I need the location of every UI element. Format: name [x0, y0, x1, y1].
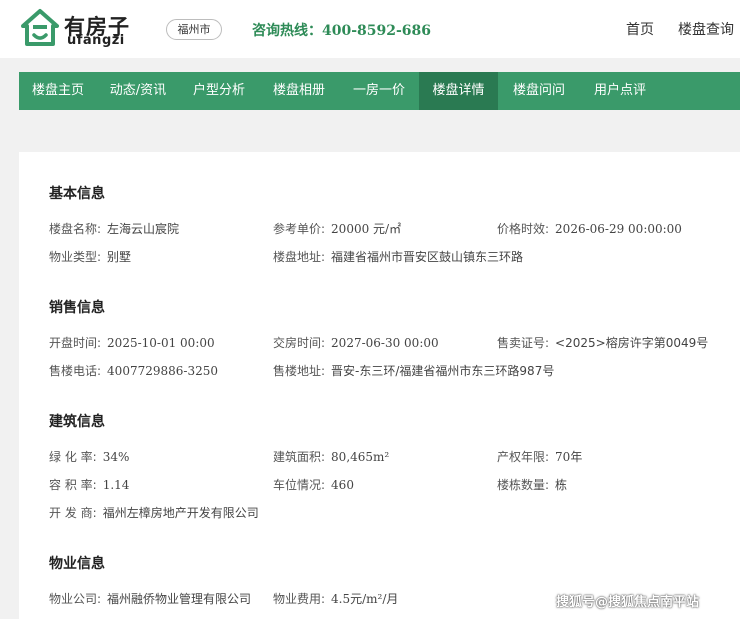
tab-news[interactable]: 动态/资讯 — [97, 72, 179, 110]
field-price-time: 价格时效: 2026-06-29 00:00:00 — [497, 220, 682, 237]
tab-album[interactable]: 楼盘相册 — [259, 72, 339, 110]
field-property-years: 产权年限: 70年 — [497, 448, 582, 465]
field-label: 楼盘地址: — [273, 250, 326, 264]
field-value: 别墅 — [107, 250, 132, 264]
field-label: 楼盘名称: — [49, 222, 102, 236]
hotline-number: 400-8592-686 — [322, 23, 432, 39]
site-logo[interactable]: 有房子 ufangzi — [20, 8, 140, 50]
field-label: 绿 化 率: — [49, 450, 97, 464]
field-phone: 售楼电话: 4007729886-3250 — [49, 362, 218, 379]
hotline: 咨询热线：400-8592-686 — [252, 20, 431, 40]
field-value: 4007729886-3250 — [107, 364, 218, 378]
property-search-link[interactable]: 楼盘查询 — [678, 19, 734, 39]
basic-info-title: 基本信息 — [49, 186, 105, 202]
field-name: 楼盘名称: 左海云山宸院 — [49, 220, 179, 237]
field-value: 福州左樟房地产开发有限公司 — [102, 506, 259, 520]
field-value: 80,465m² — [331, 450, 390, 464]
field-value: 栋 — [555, 478, 568, 492]
tab-home[interactable]: 楼盘主页 — [19, 72, 97, 110]
tab-reviews[interactable]: 用户点评 — [580, 72, 660, 110]
field-label: 产权年限: — [497, 450, 550, 464]
field-label: 售卖证号: — [497, 336, 550, 350]
field-building-area: 建筑面积: 80,465m² — [273, 448, 389, 465]
field-label: 建筑面积: — [273, 450, 326, 464]
field-value: 1.14 — [102, 478, 130, 492]
field-value: 2027-06-30 00:00 — [331, 336, 439, 350]
field-type: 物业类型: 别墅 — [49, 248, 131, 265]
field-value: <2025>榕房许字第0049号 — [555, 336, 709, 350]
field-label: 参考单价: — [273, 222, 326, 236]
field-value: 4.5元/m²/月 — [331, 592, 399, 606]
field-value: 20000 元/㎡ — [331, 222, 402, 236]
field-property-company: 物业公司: 福州融侨物业管理有限公司 — [49, 590, 251, 607]
field-sales-address: 售楼地址: 晋安-东三环/福建省福州市东三环路987号 — [273, 362, 554, 379]
field-permit: 售卖证号: <2025>榕房许字第0049号 — [497, 334, 708, 351]
field-address: 楼盘地址: 福建省福州市晋安区鼓山镇东三环路 — [273, 248, 523, 265]
field-value: 左海云山宸院 — [107, 222, 180, 236]
top-header: 有房子 ufangzi 福州市 咨询热线：400-8592-686 首页 楼盘查… — [0, 0, 740, 58]
tab-qa[interactable]: 楼盘问问 — [498, 72, 580, 110]
field-value: 2026-06-29 00:00:00 — [555, 222, 682, 236]
field-label: 物业类型: — [49, 250, 102, 264]
watermark: 搜狐号@搜狐焦点南平站 — [556, 595, 700, 610]
details-card: 基本信息 楼盘名称: 左海云山宸院 参考单价: 20000 元/㎡ 价格时效: 202… — [19, 152, 740, 619]
field-label: 容 积 率: — [49, 478, 97, 492]
sales-info-title: 销售信息 — [49, 300, 105, 316]
field-value: 福建省福州市晋安区鼓山镇东三环路 — [331, 250, 524, 264]
field-building-count: 楼栋数量: 栋 — [497, 476, 567, 493]
field-value: 34% — [102, 450, 130, 464]
field-label: 物业公司: — [49, 592, 102, 606]
city-selector[interactable]: 福州市 — [166, 19, 222, 40]
tab-details[interactable]: 楼盘详情 — [419, 72, 498, 110]
logo-subtext: ufangzi — [67, 33, 125, 48]
field-property-fee: 物业费用: 4.5元/m²/月 — [273, 590, 398, 607]
field-label: 开盘时间: — [49, 336, 102, 350]
field-label: 开 发 商: — [49, 506, 97, 520]
field-label: 价格时效: — [497, 222, 550, 236]
field-developer: 开 发 商: 福州左樟房地产开发有限公司 — [49, 504, 259, 521]
field-value: 福州融侨物业管理有限公司 — [107, 592, 252, 606]
building-info-title: 建筑信息 — [49, 414, 105, 430]
main-nav: 楼盘主页 动态/资讯 户型分析 楼盘相册 一房一价 楼盘详情 楼盘问问 用户点评 — [19, 72, 740, 110]
field-label: 售楼地址: — [273, 364, 326, 378]
property-info-title: 物业信息 — [49, 556, 105, 572]
field-value: 70年 — [555, 450, 583, 464]
house-logo-icon — [21, 9, 59, 46]
field-open-time: 开盘时间: 2025-10-01 00:00 — [49, 334, 215, 351]
field-price: 参考单价: 20000 元/㎡ — [273, 220, 401, 237]
tab-floorplans[interactable]: 户型分析 — [179, 72, 259, 110]
field-label: 物业费用: — [273, 592, 326, 606]
field-label: 交房时间: — [273, 336, 326, 350]
field-value: 460 — [331, 478, 354, 492]
field-label: 车位情况: — [273, 478, 326, 492]
field-label: 楼栋数量: — [497, 478, 550, 492]
field-value: 2025-10-01 00:00 — [107, 336, 215, 350]
field-floor-area-ratio: 容 积 率: 1.14 — [49, 476, 129, 493]
field-parking: 车位情况: 460 — [273, 476, 354, 493]
hotline-label: 咨询热线： — [252, 23, 322, 39]
field-value: 晋安-东三环/福建省福州市东三环路987号 — [331, 364, 555, 378]
field-label: 售楼电话: — [49, 364, 102, 378]
field-delivery-time: 交房时间: 2027-06-30 00:00 — [273, 334, 439, 351]
home-link[interactable]: 首页 — [626, 19, 654, 39]
field-green-rate: 绿 化 率: 34% — [49, 448, 129, 465]
tab-unit-prices[interactable]: 一房一价 — [339, 72, 419, 110]
